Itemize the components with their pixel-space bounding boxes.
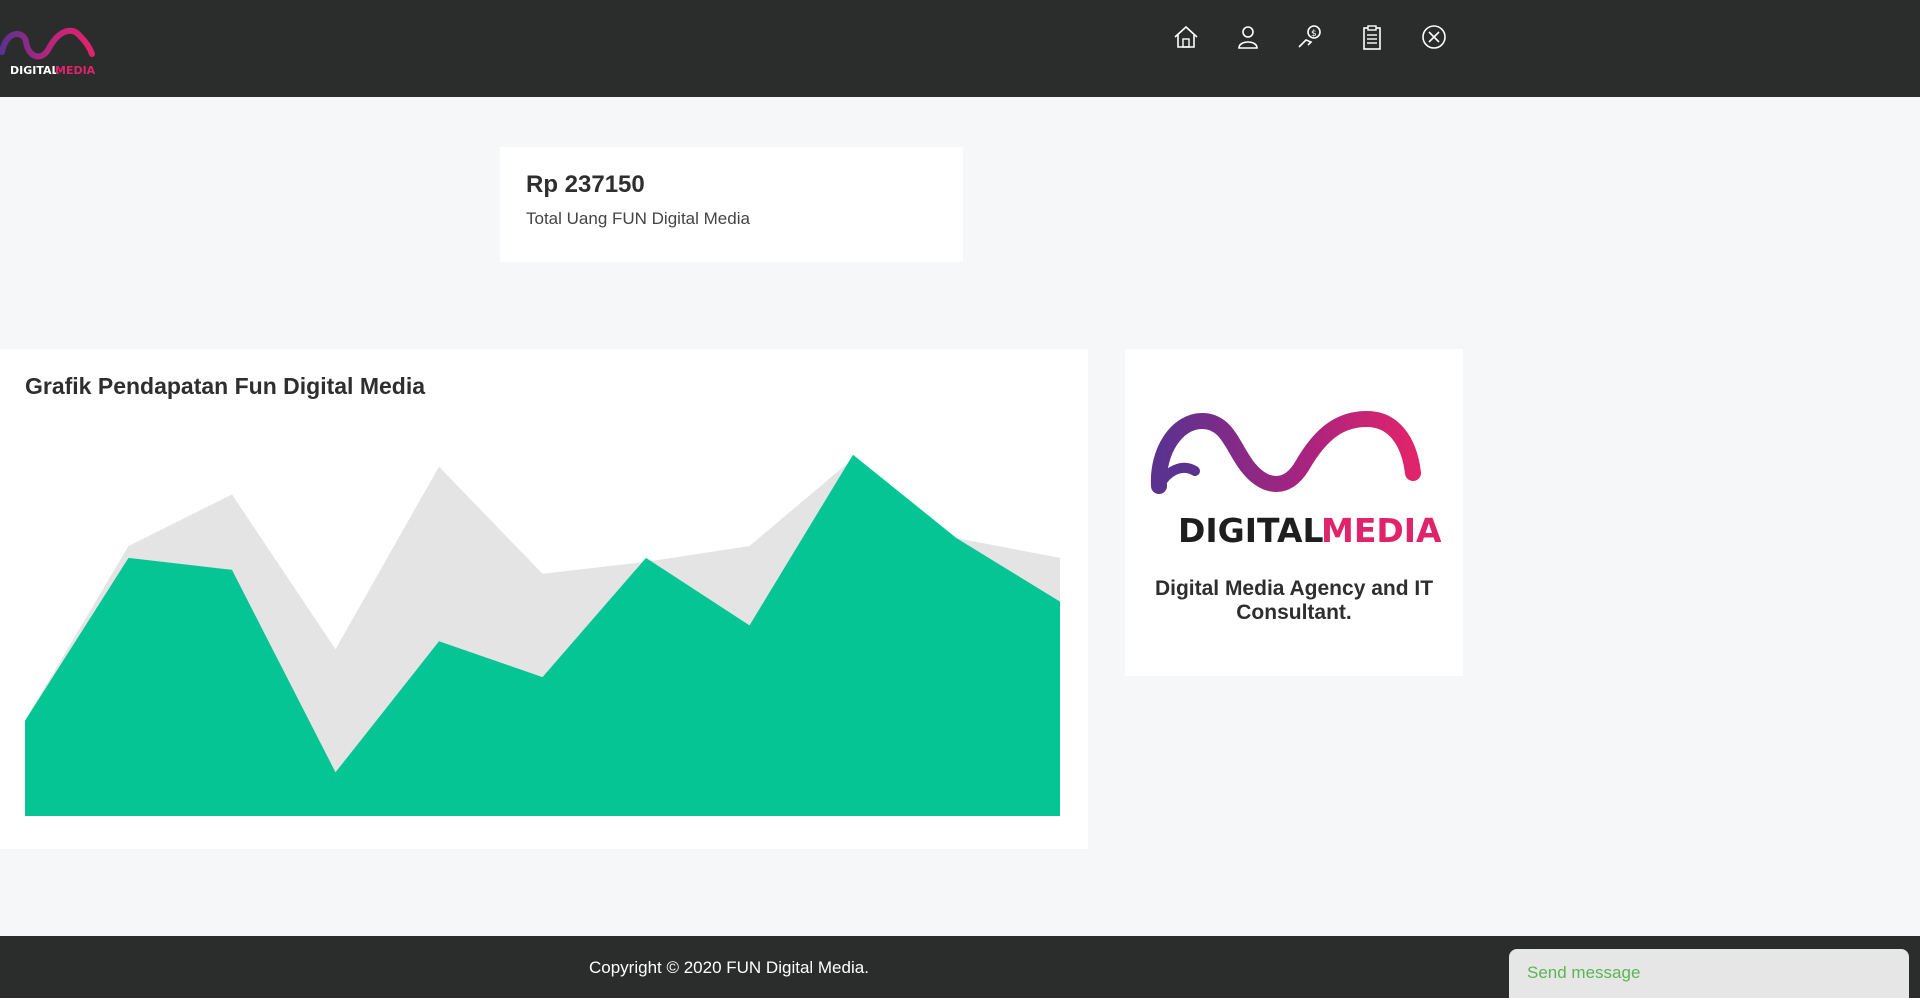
logo-word-digital: DIGITAL (1178, 511, 1324, 550)
svg-text:MEDIA: MEDIA (55, 64, 96, 77)
nav-home-button[interactable] (1170, 18, 1202, 56)
svg-text:DIGITAL: DIGITAL (10, 64, 59, 77)
send-message-label: Send message (1527, 963, 1641, 982)
clipboard-icon (1363, 25, 1381, 50)
chart-title: Grafik Pendapatan Fun Digital Media (25, 373, 426, 399)
total-money-card: Rp 237150 Total Uang FUN Digital Media (500, 147, 963, 262)
company-tagline: Digital Media Agency and IT Consultant. (1154, 577, 1434, 624)
copyright-text: Copyright © 2020 FUN Digital Media. (589, 958, 869, 977)
svg-text:$: $ (1311, 29, 1317, 39)
total-money-value: Rp 237150 (526, 171, 645, 198)
nav-money-button[interactable]: $ (1294, 18, 1326, 56)
logo-word-media: MEDIA (1321, 511, 1441, 550)
total-money-label: Total Uang FUN Digital Media (526, 209, 750, 228)
fun-digital-media-logo-icon: DIGITAL MEDIA (0, 27, 96, 77)
nav-report-button[interactable] (1356, 18, 1388, 56)
top-nav-menu: $ (1170, 18, 1450, 56)
brand-logo[interactable]: DIGITAL MEDIA (0, 22, 100, 82)
close-circle-icon (1422, 25, 1446, 49)
company-info-card: DIGITAL MEDIA Digital Media Agency and I… (1125, 349, 1463, 676)
user-icon (1238, 26, 1258, 49)
money-icon: $ (1298, 25, 1321, 48)
nav-logout-button[interactable] (1418, 18, 1450, 56)
revenue-chart-card: Grafik Pendapatan Fun Digital Media (0, 349, 1088, 849)
send-message-widget[interactable]: Send message (1509, 949, 1909, 998)
top-navbar: DIGITAL MEDIA $ (0, 0, 1920, 97)
nav-user-button[interactable] (1232, 18, 1264, 56)
home-icon (1174, 25, 1198, 48)
revenue-area-chart (25, 454, 1060, 816)
fun-digital-media-big-logo-icon: DIGITAL MEDIA (1150, 410, 1441, 550)
